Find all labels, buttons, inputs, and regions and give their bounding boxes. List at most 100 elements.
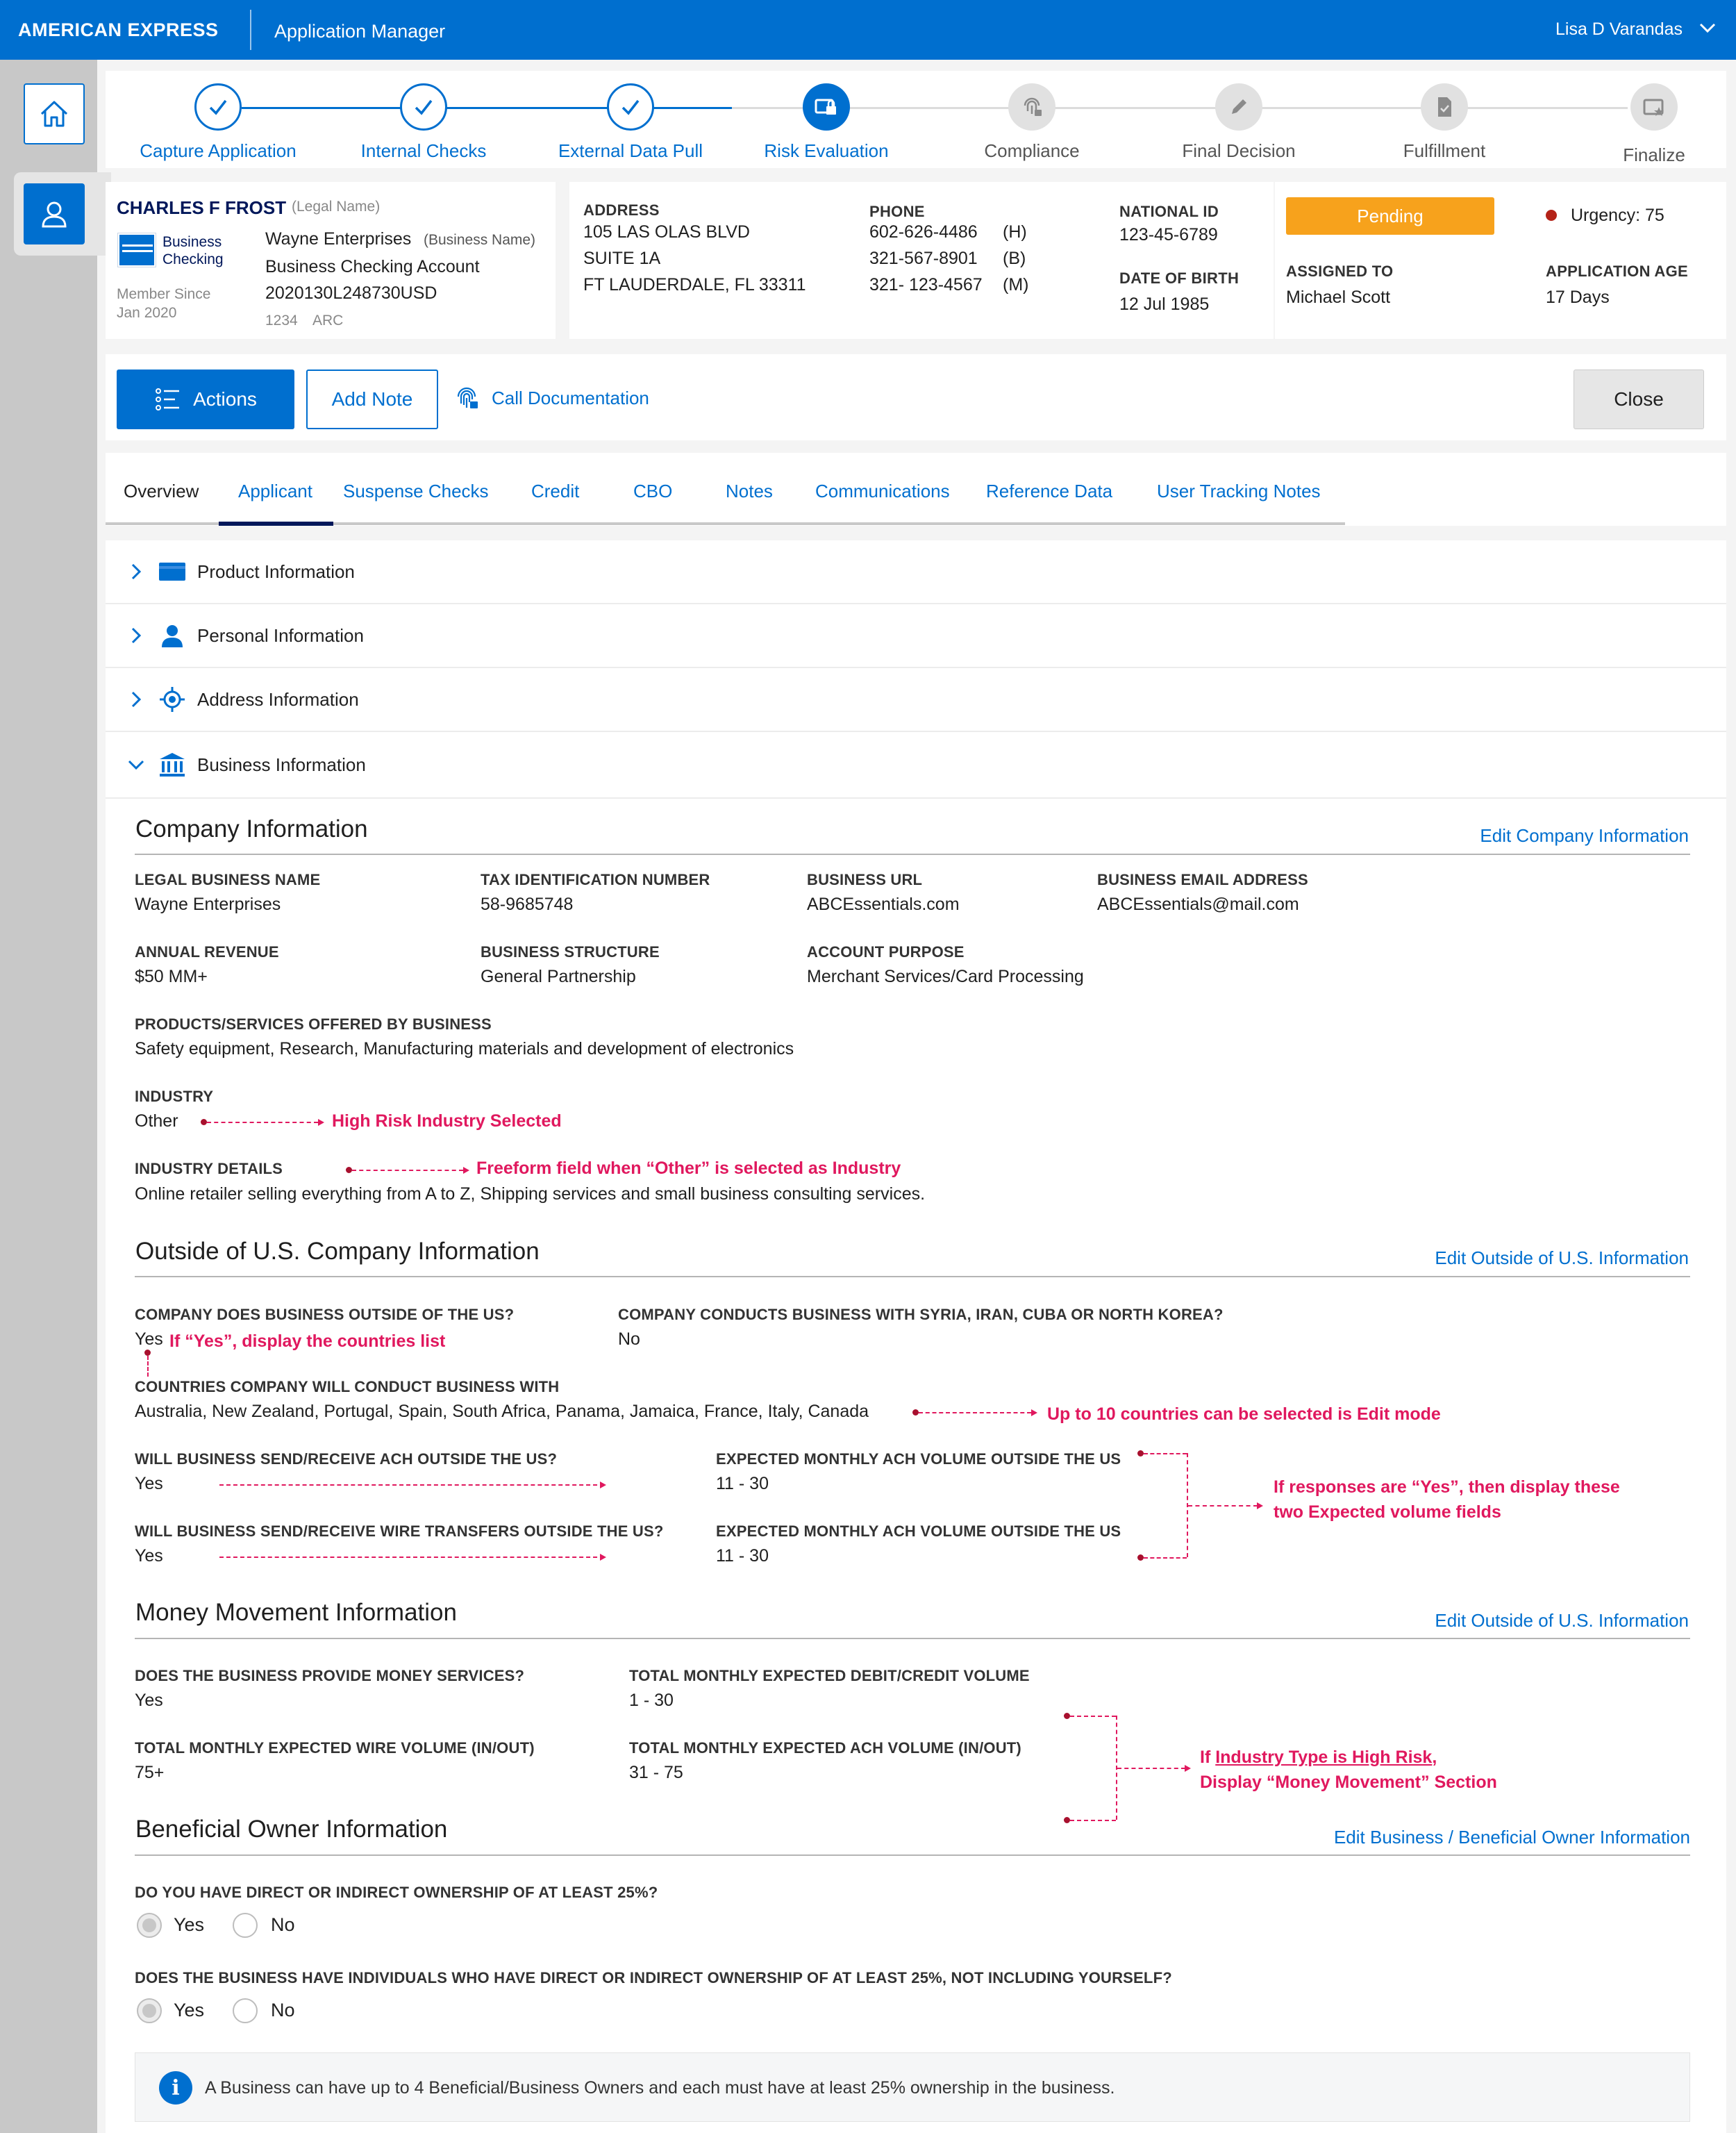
call-documentation-link[interactable]: Call Documentation [453, 381, 649, 415]
money-services-value: Yes [135, 1691, 163, 1710]
ownership-2-no-radio[interactable] [233, 1998, 258, 2023]
business-name: Wayne Enterprises [265, 229, 412, 249]
beneficial-owner-title: Beneficial Owner Information [135, 1816, 448, 1843]
annotation-text: If [1200, 1748, 1216, 1767]
step-compliance[interactable]: Compliance [949, 71, 1115, 162]
annotation-dot [346, 1167, 352, 1173]
phone-type: (M) [1003, 275, 1029, 294]
actions-button[interactable]: Actions [117, 370, 294, 429]
national-id-label: NATIONAL ID [1119, 203, 1219, 220]
annotation-arrow [1257, 1502, 1263, 1509]
sanctioned-countries-label: COMPANY CONDUCTS BUSINESS WITH SYRIA, IR… [618, 1306, 1224, 1323]
address-line-2: SUITE 1A [583, 249, 661, 268]
person-icon [157, 623, 187, 648]
phone-label: PHONE [869, 203, 925, 220]
annotation-arrow [1185, 1765, 1191, 1772]
finalize-star-icon [1630, 83, 1678, 131]
tab-credit[interactable]: Credit [531, 481, 579, 502]
annotation-dot [144, 1350, 151, 1356]
tab-applicant[interactable]: Applicant [238, 481, 312, 502]
annotation-underlined-text: Industry Type is High Risk [1215, 1748, 1433, 1767]
user-menu-name[interactable]: Lisa D Varandas [1555, 19, 1683, 40]
annotation-freeform-field: Freeform field when “Other” is selected … [476, 1159, 901, 1178]
ownership-1-no-radio[interactable] [233, 1913, 258, 1938]
accordion-label: Personal Information [197, 624, 364, 646]
phone-type: (H) [1003, 222, 1027, 242]
wire-volume-label: EXPECTED MONTHLY ACH VOLUME OUTSIDE THE … [716, 1522, 1121, 1540]
tab-overview[interactable]: Overview [124, 481, 199, 502]
ach-outside-label: WILL BUSINESS SEND/RECEIVE ACH OUTSIDE T… [135, 1450, 558, 1468]
annotation-connector [147, 1356, 149, 1377]
top-bar: AMERICAN EXPRESS Application Manager Lis… [0, 0, 1736, 60]
tin-label: TAX IDENTIFICATION NUMBER [481, 871, 710, 888]
ownership-2-yes-radio[interactable] [137, 1998, 162, 2023]
step-fulfillment[interactable]: Fulfillment [1361, 71, 1528, 162]
applicant-profile-button[interactable] [24, 183, 85, 244]
info-icon: i [159, 2071, 192, 2105]
pencil-icon [1215, 83, 1262, 131]
brand-logo[interactable]: AMERICAN EXPRESS [18, 19, 219, 41]
add-note-button[interactable]: Add Note [306, 370, 438, 429]
person-icon [42, 201, 67, 228]
check-icon [194, 83, 242, 131]
step-internal-checks[interactable]: Internal Checks [340, 71, 507, 162]
accordion-business-information[interactable]: Business Information [106, 732, 1726, 799]
ownership-question-2: DOES THE BUSINESS HAVE INDIVIDUALS WHO H… [135, 1969, 1172, 1986]
chevron-down-icon[interactable] [1698, 18, 1717, 38]
step-label: Capture Application [140, 140, 297, 161]
step-finalize[interactable]: Finalize [1571, 71, 1736, 166]
tab-notes[interactable]: Notes [726, 481, 773, 502]
step-risk-evaluation[interactable]: Risk Evaluation [743, 71, 910, 162]
accordion-label: Product Information [197, 561, 355, 582]
products-services-label: PRODUCTS/SERVICES OFFERED BY BUSINESS [135, 1015, 492, 1033]
edit-outside-us-link[interactable]: Edit Outside of U.S. Information [1347, 1247, 1689, 1269]
assigned-value: Michael Scott [1286, 288, 1391, 307]
edit-company-info-link[interactable]: Edit Company Information [1389, 825, 1689, 847]
annotation-dot [201, 1119, 207, 1125]
sanctioned-countries-answer: No [618, 1329, 640, 1349]
business-name-tag: (Business Name) [424, 232, 536, 248]
left-rail [0, 60, 97, 2133]
accordion-address-information[interactable]: Address Information [106, 668, 1726, 732]
annual-revenue-value: $50 MM+ [135, 967, 208, 986]
countries-value: Australia, New Zealand, Portugal, Spain,… [135, 1402, 869, 1421]
accordion-product-information[interactable]: Product Information [106, 540, 1726, 604]
tin-value: 58-9685748 [481, 895, 574, 914]
urgency-value: Urgency: 75 [1571, 206, 1664, 225]
tab-reference-data[interactable]: Reference Data [986, 481, 1112, 502]
countries-label: COUNTRIES COMPANY WILL CONDUCT BUSINESS … [135, 1378, 560, 1395]
business-email-label: BUSINESS EMAIL ADDRESS [1097, 871, 1308, 888]
card-product-line-2: Checking [162, 251, 224, 267]
annotation-connector [919, 1412, 1031, 1413]
step-final-decision[interactable]: Final Decision [1155, 71, 1322, 162]
account-purpose-value: Merchant Services/Card Processing [807, 967, 1084, 986]
card-product-label: Business Checking [162, 233, 224, 268]
member-since-value: Jan 2020 [117, 305, 177, 321]
status-card: Pending Urgency: 75 ASSIGNED TO Michael … [1275, 182, 1726, 339]
annotation-arrow [318, 1119, 324, 1126]
close-button[interactable]: Close [1574, 370, 1704, 429]
step-capture-application[interactable]: Capture Application [135, 71, 301, 162]
tab-communications[interactable]: Communications [815, 481, 950, 502]
annotation-connector [1070, 1716, 1116, 1717]
debit-credit-volume-label: TOTAL MONTHLY EXPECTED DEBIT/CREDIT VOLU… [629, 1667, 1030, 1684]
tab-suspense-checks[interactable]: Suspense Checks [343, 481, 489, 502]
accordion-personal-information[interactable]: Personal Information [106, 604, 1726, 668]
annotation-arrow [600, 1482, 606, 1488]
edit-beneficial-owner-link[interactable]: Edit Business / Beneficial Owner Informa… [1250, 1827, 1690, 1848]
customer-name: CHARLES F FROST [117, 197, 287, 218]
tab-user-tracking-notes[interactable]: User Tracking Notes [1157, 481, 1321, 502]
home-button[interactable] [24, 83, 85, 144]
annotation-connector [219, 1557, 604, 1558]
beneficial-owner-info-box: i A Business can have up to 4 Beneficial… [135, 2052, 1690, 2122]
section-divider [135, 1854, 1690, 1856]
chevron-right-icon [122, 690, 150, 709]
tab-cbo[interactable]: CBO [633, 481, 672, 502]
ownership-1-yes-radio[interactable] [137, 1913, 162, 1938]
chevron-right-icon [122, 562, 150, 581]
edit-money-movement-link[interactable]: Edit Outside of U.S. Information [1347, 1610, 1689, 1632]
step-external-data-pull[interactable]: External Data Pull [547, 71, 714, 162]
actions-label: Actions [193, 388, 257, 410]
annotation-connector [1144, 1453, 1187, 1454]
outside-us-title: Outside of U.S. Company Information [135, 1238, 540, 1265]
